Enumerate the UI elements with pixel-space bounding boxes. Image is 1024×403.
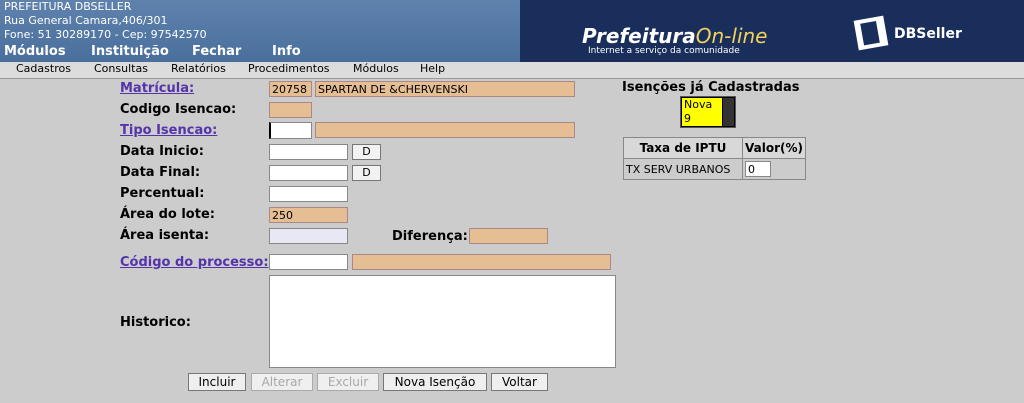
banner-title: PrefeituraOn-line	[582, 24, 768, 48]
dbseller-logo-icon	[850, 12, 894, 52]
menu-help[interactable]: Help	[420, 62, 445, 75]
historico-label: Historico:	[120, 315, 191, 330]
brand-name: DBSeller	[894, 26, 962, 42]
topmenu-fechar[interactable]: Fechar	[192, 44, 241, 59]
excluir-button[interactable]: Excluir	[317, 373, 379, 391]
menu-cadastros[interactable]: Cadastros	[16, 62, 71, 75]
taxa-table: Taxa de IPTU Valor(%) TX SERV URBANOS 0	[623, 137, 806, 180]
codigo-isencao-label: Codigo Isencao:	[120, 102, 237, 117]
data-final-label: Data Final:	[120, 165, 201, 180]
area-lote-label: Área do lote:	[120, 207, 215, 222]
diferenca-field	[469, 228, 548, 244]
codigo-processo-desc-field	[352, 254, 611, 270]
codigo-isencao-field	[269, 102, 312, 118]
list-item[interactable]: 9	[682, 112, 722, 126]
isencoes-title: Isenções já Cadastradas	[622, 80, 800, 95]
valor-cell: 0	[742, 158, 806, 180]
incluir-button[interactable]: Incluir	[188, 373, 246, 391]
isencoes-list[interactable]: Nova 9	[680, 96, 736, 128]
list-scrollbar[interactable]	[723, 98, 734, 126]
area-isenta-field	[269, 228, 348, 244]
tipo-isencao-desc-field	[315, 122, 575, 138]
menu-relatorios[interactable]: Relatórios	[171, 62, 226, 75]
app-header: PREFEITURA DBSELLER Rua General Camara,4…	[0, 0, 1024, 62]
tipo-isencao-link[interactable]: Tipo Isencao:	[120, 123, 217, 138]
data-inicio-date-button[interactable]: D	[352, 144, 381, 160]
matricula-field[interactable]: 20758	[269, 81, 312, 97]
menu-consultas[interactable]: Consultas	[94, 62, 148, 75]
voltar-button[interactable]: Voltar	[491, 373, 548, 391]
valor-header: Valor(%)	[742, 137, 806, 159]
data-inicio-label: Data Inicio:	[120, 144, 204, 159]
data-final-date-button[interactable]: D	[352, 165, 381, 181]
percentual-field[interactable]	[269, 186, 348, 202]
area-isenta-label: Área isenta:	[120, 228, 210, 243]
menu-modulos[interactable]: Módulos	[353, 62, 399, 75]
nova-isencao-button[interactable]: Nova Isenção	[383, 373, 487, 391]
codigo-processo-link[interactable]: Código do processo:	[120, 255, 269, 270]
taxa-cell: TX SERV URBANOS	[623, 158, 743, 180]
list-item[interactable]: Nova	[682, 98, 722, 112]
data-inicio-field[interactable]	[269, 144, 348, 160]
menu-procedimentos[interactable]: Procedimentos	[248, 62, 330, 75]
codigo-processo-field[interactable]	[269, 254, 348, 270]
valor-input[interactable]: 0	[745, 161, 771, 177]
data-final-field[interactable]	[269, 165, 348, 181]
matricula-name-field: SPARTAN DE &CHERVENSKI	[315, 81, 575, 97]
org-name: PREFEITURA DBSELLER	[4, 0, 132, 13]
tipo-isencao-field[interactable]	[269, 122, 312, 139]
org-contact: Fone: 51 30289170 - Cep: 97542570	[4, 28, 207, 41]
area-lote-field: 250	[269, 207, 348, 223]
menu-bar: Cadastros Consultas Relatórios Procedime…	[0, 62, 1024, 79]
org-address: Rua General Camara,406/301	[4, 14, 168, 27]
topmenu-instituicao[interactable]: Instituição	[91, 44, 169, 59]
table-row: TX SERV URBANOS 0	[623, 158, 806, 180]
taxa-header: Taxa de IPTU	[623, 137, 743, 159]
topmenu-modulos[interactable]: Módulos	[4, 44, 66, 59]
topmenu-info[interactable]: Info	[272, 44, 301, 59]
banner: PrefeituraOn-line Internet a serviço da …	[520, 0, 1024, 62]
diferenca-label: Diferença:	[392, 229, 468, 244]
percentual-label: Percentual:	[120, 186, 205, 201]
historico-textarea[interactable]	[269, 275, 616, 368]
banner-subtitle: Internet a serviço da comunidade	[588, 46, 740, 56]
matricula-link[interactable]: Matrícula:	[120, 81, 194, 96]
alterar-button[interactable]: Alterar	[251, 373, 313, 391]
